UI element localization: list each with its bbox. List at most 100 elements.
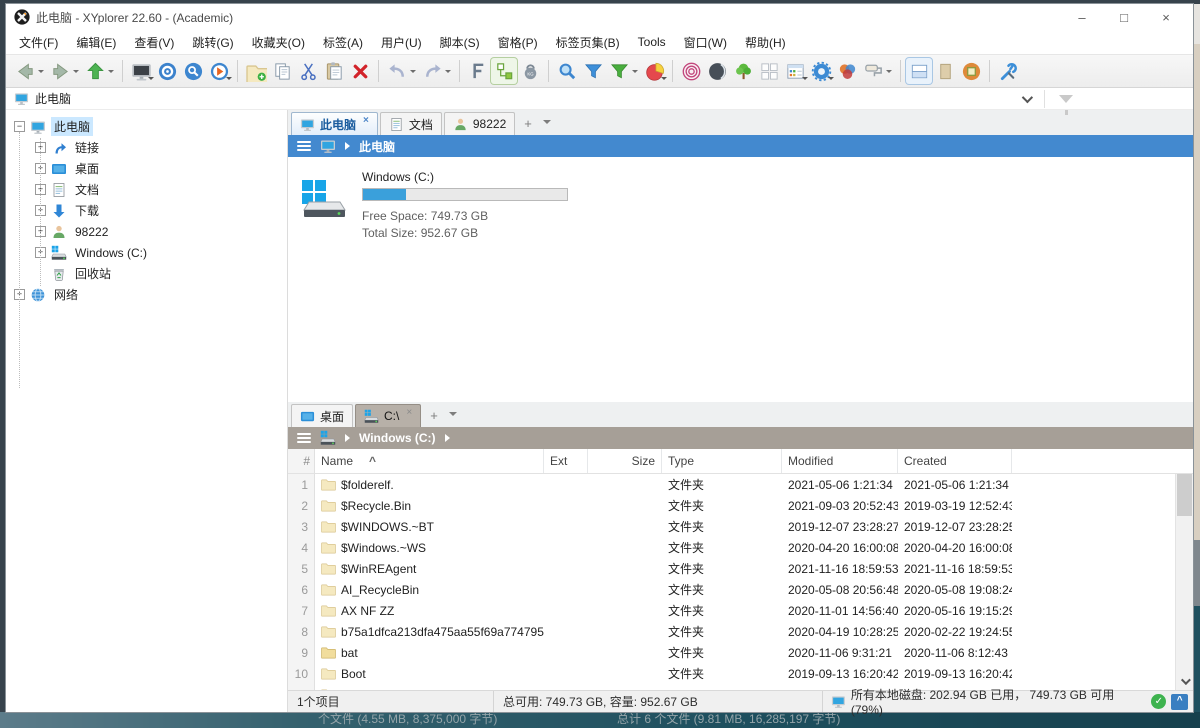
- split-panes-button[interactable]: [906, 58, 932, 84]
- tan-panel-button[interactable]: [932, 58, 958, 84]
- quick-filter-green-button[interactable]: [606, 58, 632, 84]
- scrollbar-thumb[interactable]: [1177, 474, 1192, 516]
- crumb-arrow-icon[interactable]: [445, 434, 450, 442]
- table-row[interactable]: 7 AX NF ZZ 文件夹 2020-11-01 14:56:40 2020-…: [288, 600, 1193, 621]
- table-row[interactable]: 2 $Recycle.Bin 文件夹 2021-09-03 20:52:43 2…: [288, 495, 1193, 516]
- menu-panes[interactable]: 窗格(P): [489, 31, 547, 54]
- forward-dropdown-icon[interactable]: [73, 70, 79, 76]
- weight-kg-button[interactable]: KG: [517, 58, 543, 84]
- menu-help[interactable]: 帮助(H): [736, 31, 795, 54]
- tab-drive-c[interactable]: C:\ ×: [355, 404, 421, 427]
- address-crumb[interactable]: 此电脑: [359, 138, 395, 155]
- menu-edit[interactable]: 编辑(E): [67, 31, 125, 54]
- tab-user[interactable]: 98222: [444, 112, 515, 135]
- find-files-button[interactable]: [554, 58, 580, 84]
- paste-button[interactable]: [321, 58, 347, 84]
- forward-button[interactable]: [47, 58, 73, 84]
- tree-item-links[interactable]: + 链接: [6, 137, 287, 158]
- table-row[interactable]: 8 b75a1dfca213dfa475aa55f69a774795 文件夹 2…: [288, 621, 1193, 642]
- tab-list-dropdown-icon[interactable]: [543, 120, 551, 128]
- menu-favorites[interactable]: 收藏夹(O): [243, 31, 314, 54]
- menu-user[interactable]: 用户(U): [372, 31, 431, 54]
- menu-go[interactable]: 跳转(G): [183, 31, 242, 54]
- pie-report-button[interactable]: [641, 58, 667, 84]
- cut-button[interactable]: [295, 58, 321, 84]
- column-header-modified[interactable]: Modified: [782, 449, 898, 473]
- menu-file[interactable]: 文件(F): [10, 31, 67, 54]
- close-button[interactable]: ×: [1145, 10, 1187, 25]
- tree-item-drive-c[interactable]: + Windows (C:): [6, 242, 287, 263]
- tree-item-downloads[interactable]: + 下载: [6, 200, 287, 221]
- menu-hamburger-icon[interactable]: [297, 433, 311, 443]
- paint-roller-button[interactable]: [860, 58, 886, 84]
- tree-item-label[interactable]: 网络: [51, 285, 81, 304]
- column-header-ext[interactable]: Ext: [544, 449, 588, 473]
- tree-item-label[interactable]: 桌面: [72, 159, 102, 178]
- tab-documents[interactable]: 文档: [380, 112, 442, 135]
- table-row[interactable]: 9 bat 文件夹 2020-11-06 9:31:21 2020-11-06 …: [288, 642, 1193, 663]
- table-row[interactable]: 1 $folderelf. 文件夹 2021-05-06 1:21:34 202…: [288, 474, 1193, 495]
- crumb-arrow-icon[interactable]: [345, 142, 350, 150]
- undo-button[interactable]: [384, 58, 410, 84]
- undo-dropdown-icon[interactable]: [410, 70, 416, 76]
- tab-desktop[interactable]: 桌面: [291, 404, 353, 427]
- new-tab-button[interactable]: +: [423, 408, 445, 427]
- column-header-index[interactable]: #: [288, 449, 315, 473]
- color-filter-button[interactable]: [834, 58, 860, 84]
- quick-filter-dropdown-icon[interactable]: [632, 70, 638, 76]
- table-row[interactable]: 3 $WINDOWS.~BT 文件夹 2019-12-07 23:28:27 2…: [288, 516, 1193, 537]
- filter-icon[interactable]: [1059, 95, 1073, 103]
- tree-toggle-button[interactable]: [491, 58, 517, 84]
- redo-button[interactable]: [419, 58, 445, 84]
- tree-item-label[interactable]: 下载: [72, 201, 102, 220]
- tree-item-this-pc[interactable]: − 此电脑: [6, 116, 287, 137]
- go-button[interactable]: [206, 58, 232, 84]
- vertical-scrollbar[interactable]: [1175, 474, 1193, 690]
- grid-view-button[interactable]: [756, 58, 782, 84]
- minimize-button[interactable]: –: [1061, 10, 1103, 25]
- column-header-name[interactable]: Name ^: [315, 449, 544, 473]
- paint-roller-dropdown-icon[interactable]: [886, 70, 892, 76]
- redo-dropdown-icon[interactable]: [445, 70, 451, 76]
- tab-close-icon[interactable]: ×: [406, 407, 412, 418]
- menu-hamburger-icon[interactable]: [297, 141, 311, 151]
- scroll-down-icon[interactable]: [1176, 673, 1193, 690]
- address-dropdown-icon[interactable]: [1022, 92, 1033, 103]
- favorites-f-button[interactable]: [465, 58, 491, 84]
- tree-item-desktop[interactable]: + 桌面: [6, 158, 287, 179]
- new-folder-button[interactable]: [243, 58, 269, 84]
- menu-scripting[interactable]: 脚本(S): [431, 31, 489, 54]
- menu-window[interactable]: 窗口(W): [675, 31, 736, 54]
- new-tab-monitor-button[interactable]: [128, 58, 154, 84]
- settings-badge-button[interactable]: [808, 58, 834, 84]
- table-row[interactable]: [288, 684, 1193, 690]
- maximize-button[interactable]: □: [1103, 10, 1145, 25]
- tree-item-label[interactable]: 回收站: [72, 264, 114, 283]
- tab-list-dropdown-icon[interactable]: [449, 412, 457, 420]
- drive-item-icon[interactable]: [300, 170, 348, 402]
- tab-close-icon[interactable]: ×: [363, 115, 369, 126]
- column-header-type[interactable]: Type: [662, 449, 782, 473]
- details-view-button[interactable]: [782, 58, 808, 84]
- column-header-size[interactable]: Size: [588, 449, 662, 473]
- tree-item-label[interactable]: 此电脑: [51, 117, 93, 136]
- drive-item[interactable]: Windows (C:) Free Space: 749.73 GB Total…: [362, 170, 568, 402]
- menu-tags[interactable]: 标签(A): [314, 31, 372, 54]
- preview-circle-button[interactable]: [958, 58, 984, 84]
- tree-item-label[interactable]: 98222: [72, 224, 111, 240]
- back-dropdown-icon[interactable]: [38, 70, 44, 76]
- address-crumb[interactable]: Windows (C:): [359, 431, 436, 445]
- tree-item-network[interactable]: + 网络: [6, 284, 287, 305]
- dark-sphere-button[interactable]: [704, 58, 730, 84]
- tree-item-documents[interactable]: + 文档: [6, 179, 287, 200]
- menu-view[interactable]: 查看(V): [125, 31, 183, 54]
- filter-blue-button[interactable]: [580, 58, 606, 84]
- crumb-arrow-icon[interactable]: [345, 434, 350, 442]
- tree-item-label[interactable]: 链接: [72, 138, 102, 157]
- folder-tree-button[interactable]: [730, 58, 756, 84]
- hotlist-target-button[interactable]: [154, 58, 180, 84]
- table-row[interactable]: 5 $WinREAgent 文件夹 2021-11-16 18:59:53 20…: [288, 558, 1193, 579]
- up-dropdown-icon[interactable]: [108, 70, 114, 76]
- up-button[interactable]: [82, 58, 108, 84]
- copy-button[interactable]: [269, 58, 295, 84]
